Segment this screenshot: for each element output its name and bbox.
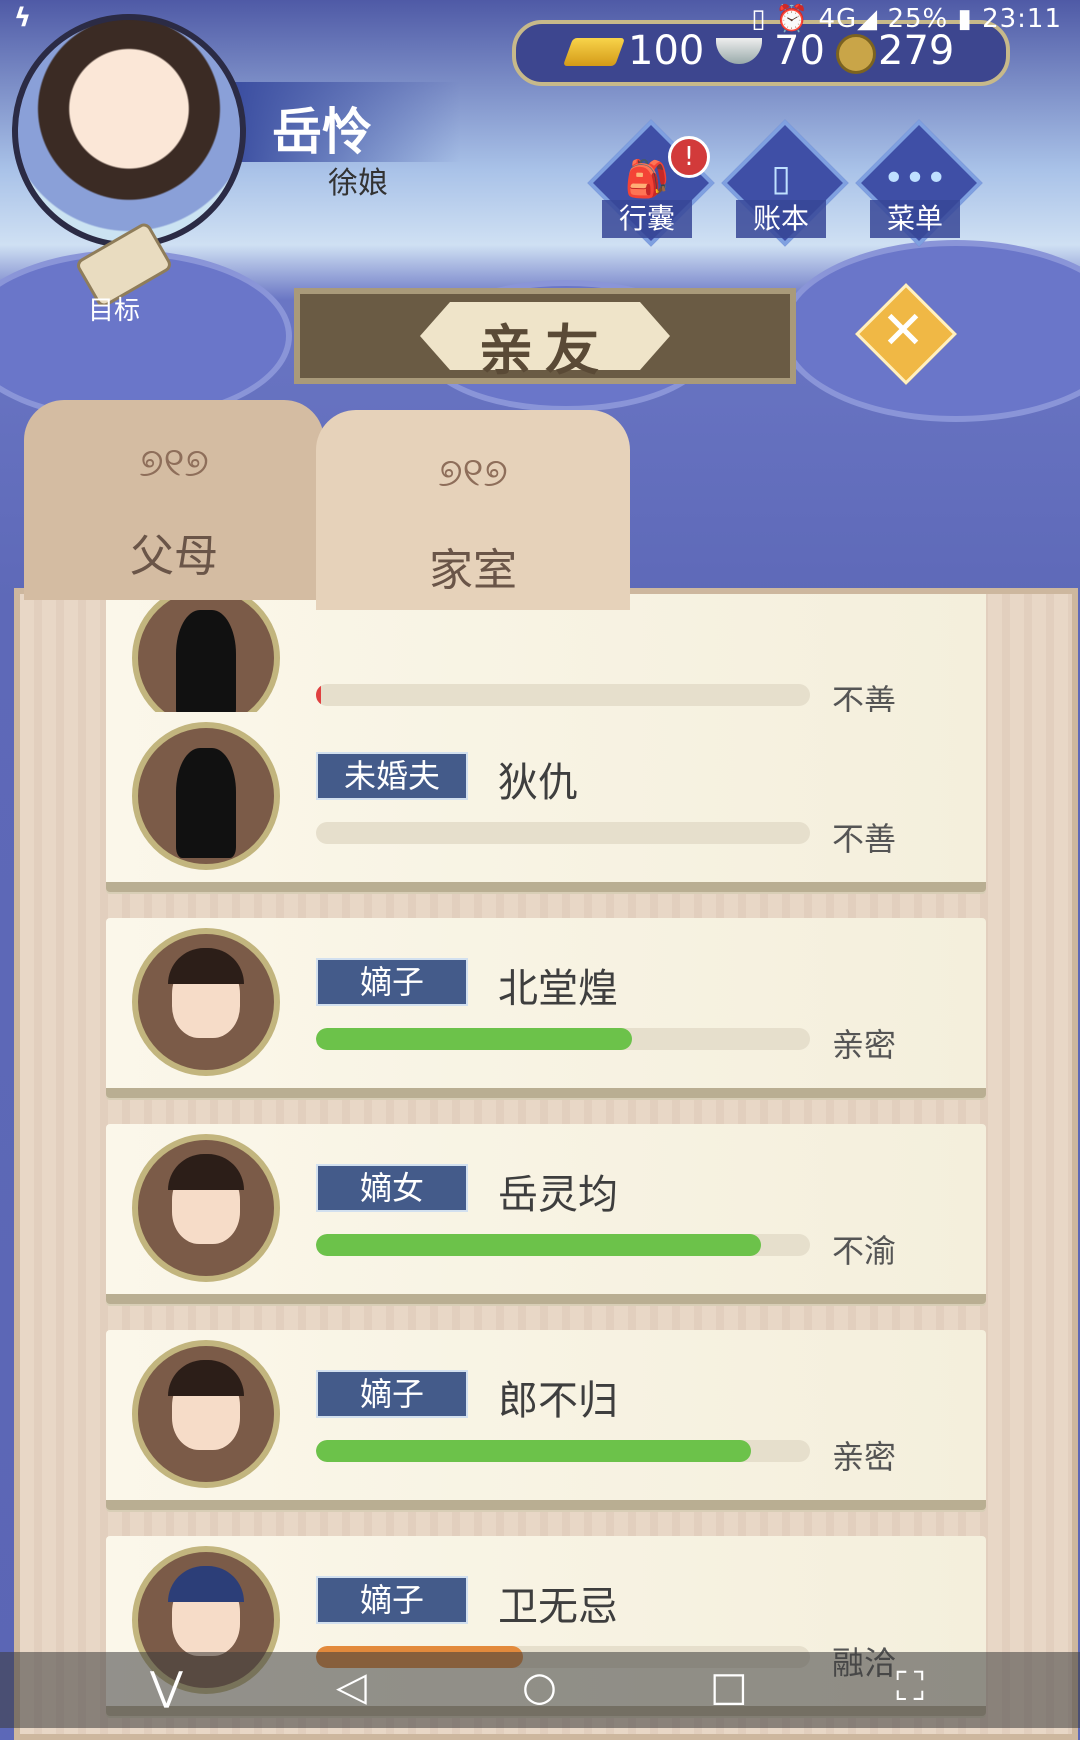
relative-name: 北堂煌: [498, 966, 618, 1012]
relative-name: 岳灵均: [498, 1172, 618, 1218]
relation-tag: 未婚夫: [316, 752, 468, 800]
player-name: 岳怜: [272, 103, 372, 161]
ledger-button-label: 账本: [736, 200, 826, 238]
ledger-icon: ▯: [771, 158, 791, 199]
affinity-fill: [316, 1234, 761, 1256]
relative-name: 狄仇: [498, 760, 578, 806]
player-title: 徐娘: [328, 166, 388, 201]
nav-recents-icon[interactable]: □: [710, 1664, 748, 1710]
relation-tag: 嫡子: [316, 1370, 468, 1418]
affinity-bar: [316, 822, 810, 844]
player-avatar[interactable]: [12, 14, 246, 248]
relative-name: 卫无忌: [498, 1584, 618, 1630]
relative-card[interactable]: 嫡女 岳灵均 不渝: [106, 1124, 986, 1304]
tab-family-label: 家室: [429, 545, 517, 596]
goal-button-label[interactable]: 目标: [88, 290, 140, 327]
bag-button-label: 行囊: [602, 200, 692, 238]
relative-card[interactable]: 嫡子 北堂煌 亲密: [106, 918, 986, 1098]
status-left-icon: ϟ: [14, 3, 32, 33]
relation-tag: 嫡女: [316, 1164, 468, 1212]
relative-portrait: [132, 722, 280, 870]
affinity-fill: [316, 1028, 633, 1050]
cloud-ornament-icon: ୭୧୭: [438, 450, 508, 496]
relative-name: 郎不归: [498, 1378, 618, 1424]
relative-portrait: [132, 928, 280, 1076]
nav-down-icon[interactable]: ⋁: [150, 1664, 183, 1710]
hair: [168, 1360, 244, 1396]
hair: [168, 1154, 244, 1190]
menu-button-label: 菜单: [870, 200, 960, 238]
page-title: 亲友: [479, 319, 611, 382]
affinity-bar: [316, 1234, 810, 1256]
title-banner: 亲友: [294, 288, 796, 384]
affinity-bar: [316, 1440, 810, 1462]
hood: [168, 1566, 244, 1602]
relative-card[interactable]: 未婚夫 狄仇 不善: [106, 712, 986, 892]
screen-capture-icon[interactable]: ⛶: [896, 1664, 924, 1710]
relative-portrait: [132, 594, 280, 732]
gold-ingot-icon: [562, 38, 626, 66]
copper-coin-icon: [836, 34, 876, 74]
relative-portrait: [132, 1340, 280, 1488]
nav-back-icon[interactable]: ◁: [336, 1664, 367, 1710]
silhouette-icon: [176, 748, 236, 858]
tab-family[interactable]: ୭୧୭ 家室: [316, 410, 630, 610]
nav-home-icon[interactable]: ○: [522, 1664, 557, 1710]
tab-parents[interactable]: ୭୧୭ 父母: [24, 400, 324, 600]
relation-status: 亲密: [832, 1026, 897, 1064]
relation-tag: 嫡子: [316, 958, 468, 1006]
affinity-bar: [316, 684, 810, 706]
alert-badge: !: [668, 136, 710, 178]
relation-status: 不渝: [832, 1232, 897, 1270]
relatives-list[interactable]: 不善 未婚夫 狄仇 不善 嫡子 北堂煌 亲密 嫡女 岳灵均 不渝 嫡子 郎不归 …: [14, 588, 1078, 1740]
system-nav-bar: ⋁ ◁ ○ □ ⛶: [0, 1652, 1080, 1728]
silhouette-icon: [176, 610, 236, 720]
relation-status: 亲密: [832, 1438, 897, 1476]
hair: [168, 948, 244, 984]
relative-portrait: [132, 1134, 280, 1282]
ledger-button[interactable]: ▯ 账本: [721, 119, 849, 247]
relation-status: 不善: [832, 820, 897, 858]
menu-button[interactable]: ••• 菜单: [855, 119, 983, 247]
relative-card[interactable]: 嫡子 郎不归 亲密: [106, 1330, 986, 1510]
status-right-info: ▯ ⏰ 4G◢ 25% ▮ 23:11: [751, 4, 1062, 34]
more-dots-icon: •••: [883, 158, 947, 199]
cloud-ornament-icon: ୭୧୭: [139, 440, 209, 486]
affinity-fill: [316, 684, 321, 706]
close-icon[interactable]: ✕: [870, 298, 936, 364]
system-status-bar: ϟ ▯ ⏰ 4G◢ 25% ▮ 23:11: [0, 0, 1080, 38]
silver-ingot-icon: [716, 38, 762, 64]
affinity-bar: [316, 1028, 810, 1050]
relation-tag: 嫡子: [316, 1576, 468, 1624]
tab-parents-label: 父母: [130, 531, 218, 582]
affinity-fill: [316, 1440, 751, 1462]
